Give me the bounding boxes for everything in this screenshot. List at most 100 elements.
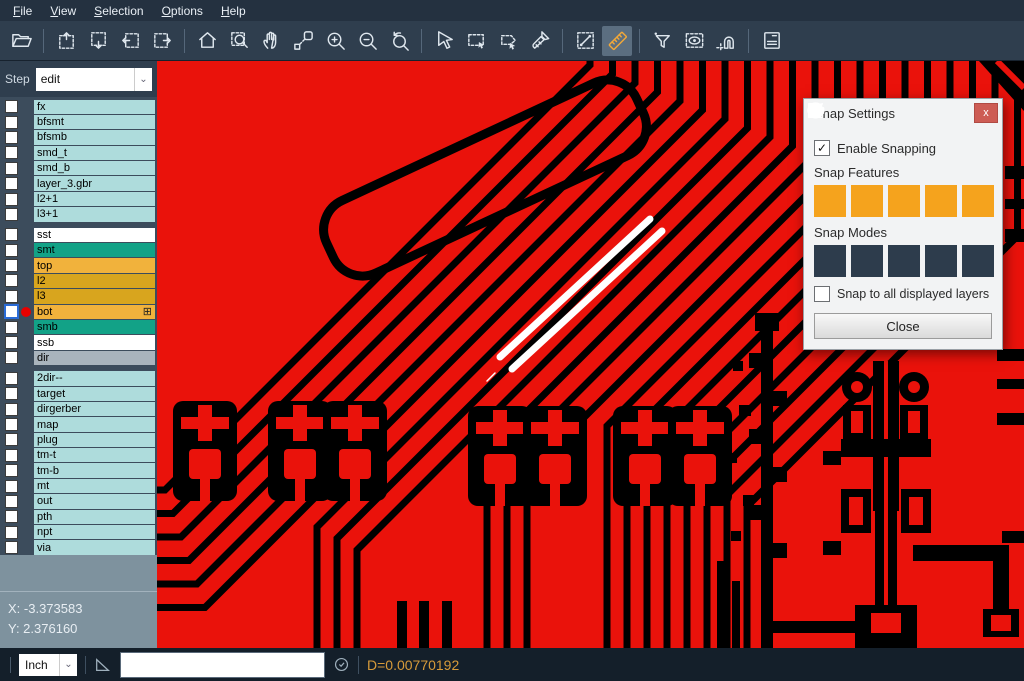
- layer-label[interactable]: dir: [34, 351, 155, 365]
- snap-center-button[interactable]: [814, 245, 846, 277]
- layer-row-tm-t[interactable]: tm-t: [0, 448, 157, 463]
- select-polygon-button[interactable]: [493, 26, 523, 56]
- layer-row-via[interactable]: via: [0, 540, 157, 555]
- layer-row-plug[interactable]: plug: [0, 432, 157, 447]
- chevron-down-icon[interactable]: ⌄: [134, 68, 152, 91]
- menu-help[interactable]: Help: [212, 2, 255, 20]
- layer-row-tm-b[interactable]: tm-b: [0, 463, 157, 478]
- layer-checkbox[interactable]: [5, 495, 18, 508]
- layer-label[interactable]: fx: [34, 100, 155, 114]
- layer-row-2dir--[interactable]: 2dir--: [0, 371, 157, 386]
- snap-dialog-titlebar[interactable]: Snap Settings x: [804, 99, 1002, 127]
- layer-checkbox[interactable]: [5, 100, 18, 113]
- layer-row-smd_t[interactable]: smd_t: [0, 145, 157, 160]
- layer-checkbox[interactable]: [5, 372, 18, 385]
- pan-up-button[interactable]: [51, 26, 81, 56]
- step-combobox[interactable]: edit ⌄: [36, 68, 152, 91]
- pan-left-button[interactable]: [115, 26, 145, 56]
- pan-right-button[interactable]: [147, 26, 177, 56]
- layer-label[interactable]: smd_b: [34, 161, 155, 175]
- layer-label[interactable]: smt: [34, 243, 155, 257]
- measure-points-button[interactable]: [570, 26, 600, 56]
- layer-checkbox[interactable]: [5, 259, 18, 272]
- layer-checkbox[interactable]: [5, 131, 18, 144]
- layer-checkbox[interactable]: [5, 116, 18, 129]
- zoom-window-button[interactable]: [224, 26, 254, 56]
- layer-label[interactable]: via: [34, 540, 155, 554]
- snap-line-button[interactable]: [814, 185, 846, 217]
- layer-label[interactable]: target: [34, 387, 155, 401]
- zoom-area-button[interactable]: [288, 26, 318, 56]
- layer-label[interactable]: out: [34, 494, 155, 508]
- layer-label[interactable]: layer_3.gbr: [34, 176, 155, 190]
- layer-label[interactable]: tm-t: [34, 448, 155, 462]
- layer-label[interactable]: bfsmt: [34, 115, 155, 129]
- layer-label[interactable]: l2: [34, 274, 155, 288]
- layer-label[interactable]: sst: [34, 228, 155, 242]
- layer-row-out[interactable]: out: [0, 494, 157, 509]
- measure-input[interactable]: [120, 652, 325, 678]
- layer-label[interactable]: tm-b: [34, 463, 155, 477]
- layer-row-mt[interactable]: mt: [0, 478, 157, 493]
- measure-ruler-button[interactable]: [602, 26, 632, 56]
- enable-snapping-row[interactable]: ✓ Enable Snapping: [814, 140, 992, 156]
- layer-checkbox[interactable]: [5, 305, 18, 318]
- layer-label[interactable]: 2dir--: [34, 371, 155, 385]
- layer-checkbox[interactable]: [5, 146, 18, 159]
- layer-label[interactable]: l3: [34, 289, 155, 303]
- layer-row-bfsmt[interactable]: bfsmt: [0, 114, 157, 129]
- snap-magnet-button[interactable]: [711, 26, 741, 56]
- layer-label[interactable]: bfsmb: [34, 130, 155, 144]
- snap-surface-button[interactable]: [888, 185, 920, 217]
- layer-row-bot[interactable]: bot⊞: [0, 304, 157, 319]
- layer-row-fx[interactable]: fx: [0, 99, 157, 114]
- layer-row-npt[interactable]: npt: [0, 525, 157, 540]
- snap-circle-button[interactable]: [851, 185, 883, 217]
- layer-label[interactable]: dirgerber: [34, 402, 155, 416]
- layer-label[interactable]: l2+1: [34, 192, 155, 206]
- all-layers-checkbox[interactable]: [814, 286, 830, 302]
- properties-panel-button[interactable]: [756, 26, 786, 56]
- layer-label[interactable]: pth: [34, 510, 155, 524]
- layer-checkbox[interactable]: [5, 464, 18, 477]
- layer-label[interactable]: bot⊞: [34, 305, 155, 319]
- snap-midpoint-button[interactable]: [851, 245, 883, 277]
- layer-row-map[interactable]: map: [0, 417, 157, 432]
- layer-checkbox[interactable]: [5, 510, 18, 523]
- layer-label[interactable]: top: [34, 258, 155, 272]
- view-area-button[interactable]: [679, 26, 709, 56]
- layer-checkbox[interactable]: [5, 162, 18, 175]
- layer-row-smd_b[interactable]: smd_b: [0, 161, 157, 176]
- select-rectangle-button[interactable]: [461, 26, 491, 56]
- snap-text-button[interactable]: [962, 185, 994, 217]
- layer-checkbox[interactable]: [5, 387, 18, 400]
- layer-checkbox[interactable]: [5, 274, 18, 287]
- pcb-canvas-area[interactable]: Snap Settings x ✓ Enable Snapping Snap F…: [157, 61, 1024, 648]
- snap-slot-outline-button[interactable]: [925, 245, 957, 277]
- layer-row-pth[interactable]: pth: [0, 509, 157, 524]
- layer-row-layer_3.gbr[interactable]: layer_3.gbr: [0, 176, 157, 191]
- layer-row-dirgerber[interactable]: dirgerber: [0, 401, 157, 416]
- chevron-down-icon[interactable]: ⌄: [59, 654, 77, 676]
- layer-checkbox[interactable]: [5, 244, 18, 257]
- layer-label[interactable]: npt: [34, 525, 155, 539]
- layer-label[interactable]: smb: [34, 320, 155, 334]
- layer-checkbox[interactable]: [5, 336, 18, 349]
- layer-row-l2+1[interactable]: l2+1: [0, 191, 157, 206]
- layer-label[interactable]: ssb: [34, 335, 155, 349]
- layer-checkbox[interactable]: [5, 228, 18, 241]
- open-file-button[interactable]: [6, 26, 36, 56]
- layer-checkbox[interactable]: [5, 193, 18, 206]
- zoom-previous-button[interactable]: [384, 26, 414, 56]
- layer-row-bfsmb[interactable]: bfsmb: [0, 130, 157, 145]
- zoom-out-button[interactable]: [352, 26, 382, 56]
- layer-row-l2[interactable]: l2: [0, 273, 157, 288]
- layer-row-l3[interactable]: l3: [0, 289, 157, 304]
- layer-checkbox[interactable]: [5, 433, 18, 446]
- unit-combobox[interactable]: Inch ⌄: [19, 654, 77, 676]
- layer-row-ssb[interactable]: ssb: [0, 335, 157, 350]
- snap-corner-button[interactable]: [962, 245, 994, 277]
- layer-checkbox[interactable]: [5, 177, 18, 190]
- filter-button[interactable]: [647, 26, 677, 56]
- grid-icon[interactable]: ⊞: [143, 307, 152, 317]
